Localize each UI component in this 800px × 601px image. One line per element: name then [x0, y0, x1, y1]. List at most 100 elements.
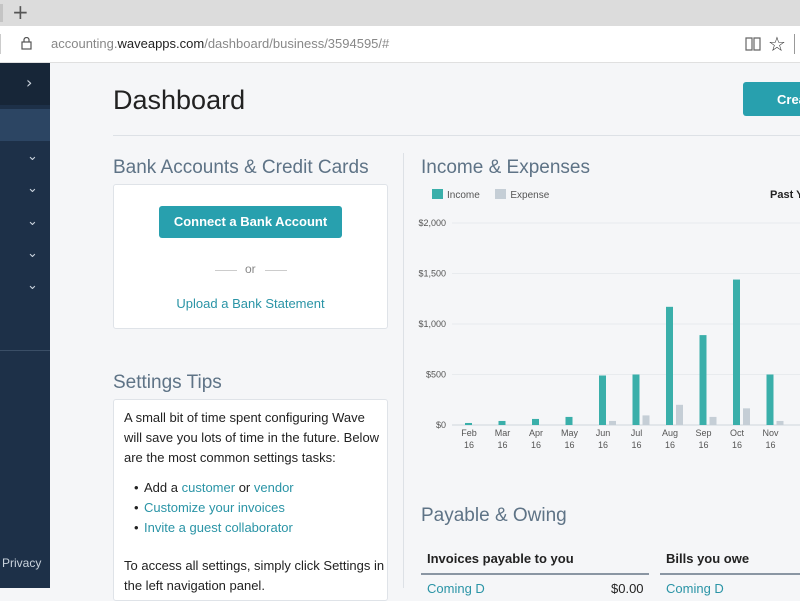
legend-income: Income — [447, 190, 480, 201]
invoices-payable-header: Invoices payable to you — [421, 543, 649, 575]
x-tick-year: 16 — [464, 440, 474, 450]
x-tick-year: 16 — [732, 440, 742, 450]
x-tick-month: Feb — [461, 428, 477, 438]
expense-bar — [776, 420, 784, 425]
y-tick-label: $1,500 — [418, 269, 446, 279]
expense-bar — [642, 415, 650, 425]
sidebar-item-2[interactable]: ⌄ — [0, 175, 50, 205]
bank-card: Connect a Bank Account or Upload a Bank … — [113, 184, 388, 329]
income-bar — [666, 306, 673, 425]
sidebar-header[interactable]: › — [0, 63, 50, 105]
income-section-title: Income & Expenses — [421, 157, 590, 178]
sidebar-item-4[interactable]: ⌄ — [0, 240, 50, 270]
sidebar-item-dashboard[interactable] — [0, 109, 50, 141]
expense-swatch — [495, 189, 507, 199]
income-bar — [498, 420, 506, 425]
chevron-down-icon: ⌄ — [27, 246, 38, 261]
x-tick-month: Apr — [529, 428, 543, 438]
sidebar: › ⌄ ⌄ ⌄ ⌄ ⌄ Privacy — [0, 63, 50, 588]
tips-card: A small bit of time spent configuring Wa… — [113, 399, 388, 601]
income-swatch — [432, 189, 443, 199]
chart-legend: Income Expense — [432, 189, 549, 201]
connect-bank-button[interactable]: Connect a Bank Account — [159, 206, 342, 238]
x-tick-year: 16 — [765, 440, 775, 450]
list-item: Invite a guest collaborator — [134, 518, 294, 538]
expense-bar — [676, 404, 683, 425]
x-tick-month: Oct — [730, 428, 745, 438]
x-tick-year: 16 — [497, 440, 507, 450]
customize-invoices-link[interactable]: Customize your invoices — [144, 500, 285, 515]
x-tick-year: 16 — [698, 440, 708, 450]
chevron-down-icon: ⌄ — [27, 214, 38, 229]
period-selector[interactable]: Past Y — [770, 189, 800, 201]
tips-list: Add a customer or vendor Customize your … — [134, 478, 294, 538]
tips-intro: A small bit of time spent configuring Wa… — [124, 410, 380, 465]
reading-view-icon[interactable] — [744, 35, 762, 53]
x-tick-month: Jun — [596, 428, 611, 438]
y-tick-label: $500 — [426, 370, 446, 380]
or-label: or — [245, 262, 256, 276]
invoices-row-link[interactable]: Coming D — [427, 581, 485, 596]
address-bar: accounting.waveapps.com/dashboard/busine… — [0, 26, 800, 63]
list-item: Add a customer or vendor — [134, 478, 294, 498]
browser-tab-bar: + — [0, 0, 800, 26]
or-divider-right — [265, 270, 287, 271]
x-tick-year: 16 — [665, 440, 675, 450]
upload-statement-link[interactable]: Upload a Bank Statement — [114, 296, 387, 311]
expense-bar — [709, 416, 717, 425]
chevron-down-icon: ⌄ — [27, 278, 38, 293]
income-bar — [632, 374, 640, 425]
customer-link[interactable]: customer — [182, 480, 235, 495]
create-button[interactable]: Crea — [743, 82, 800, 116]
payable-section-title: Payable & Owing — [421, 505, 567, 526]
expense-bar — [743, 408, 750, 425]
sidebar-item-3[interactable]: ⌄ — [0, 208, 50, 238]
x-tick-year: 16 — [631, 440, 641, 450]
chevron-down-icon: ⌄ — [27, 181, 38, 196]
address-divider — [0, 34, 1, 54]
legend-expense: Expense — [510, 190, 550, 201]
x-tick-month: Nov — [762, 428, 779, 438]
sidebar-item-1[interactable]: ⌄ — [0, 143, 50, 173]
y-tick-label: $0 — [436, 420, 446, 430]
income-bar — [599, 375, 606, 425]
x-tick-year: 16 — [531, 440, 541, 450]
tips-footer: To access all settings, simply click Set… — [124, 558, 385, 593]
x-tick-month: Sep — [695, 428, 711, 438]
vendor-link[interactable]: vendor — [254, 480, 294, 495]
bills-row-link[interactable]: Coming D — [666, 581, 724, 596]
lock-icon — [21, 37, 32, 50]
income-bar — [766, 374, 774, 425]
invite-collaborator-link[interactable]: Invite a guest collaborator — [144, 520, 293, 535]
y-tick-label: $2,000 — [418, 218, 446, 228]
x-tick-month: Jul — [631, 428, 643, 438]
privacy-link[interactable]: Privacy — [2, 556, 41, 570]
invoices-row-amount: $0.00 — [611, 581, 644, 596]
favorite-star-icon[interactable]: ☆ — [768, 32, 786, 56]
list-item: Customize your invoices — [134, 498, 294, 518]
income-bar — [465, 422, 472, 425]
income-expense-chart: $0 $500 $1,000 $1,500 $2,000 Feb 16 Mar 16 Apr 16 M… — [418, 218, 800, 450]
x-tick-year: 16 — [564, 440, 574, 450]
x-tick-year: 16 — [598, 440, 608, 450]
expand-chevron-icon[interactable]: › — [26, 73, 32, 92]
x-tick-month: Mar — [495, 428, 511, 438]
url-field[interactable]: accounting.waveapps.com/dashboard/busine… — [51, 36, 389, 51]
header-divider — [113, 135, 800, 136]
sidebar-divider — [0, 350, 50, 351]
page-title: Dashboard — [113, 85, 246, 115]
tab-edge — [0, 4, 3, 22]
x-tick-month: May — [561, 428, 579, 438]
bank-section-title: Bank Accounts & Credit Cards — [113, 157, 369, 178]
bills-owe-header: Bills you owe — [660, 543, 800, 575]
income-bar — [699, 335, 707, 425]
toolbar-divider — [794, 34, 795, 54]
chevron-down-icon: ⌄ — [27, 149, 38, 164]
income-bar — [733, 279, 740, 425]
sidebar-item-5[interactable]: ⌄ — [0, 272, 50, 302]
new-tab-icon[interactable]: + — [12, 2, 29, 22]
y-tick-label: $1,000 — [418, 319, 446, 329]
income-bar — [532, 418, 539, 425]
or-divider-left — [215, 270, 237, 271]
income-bar — [565, 416, 573, 425]
